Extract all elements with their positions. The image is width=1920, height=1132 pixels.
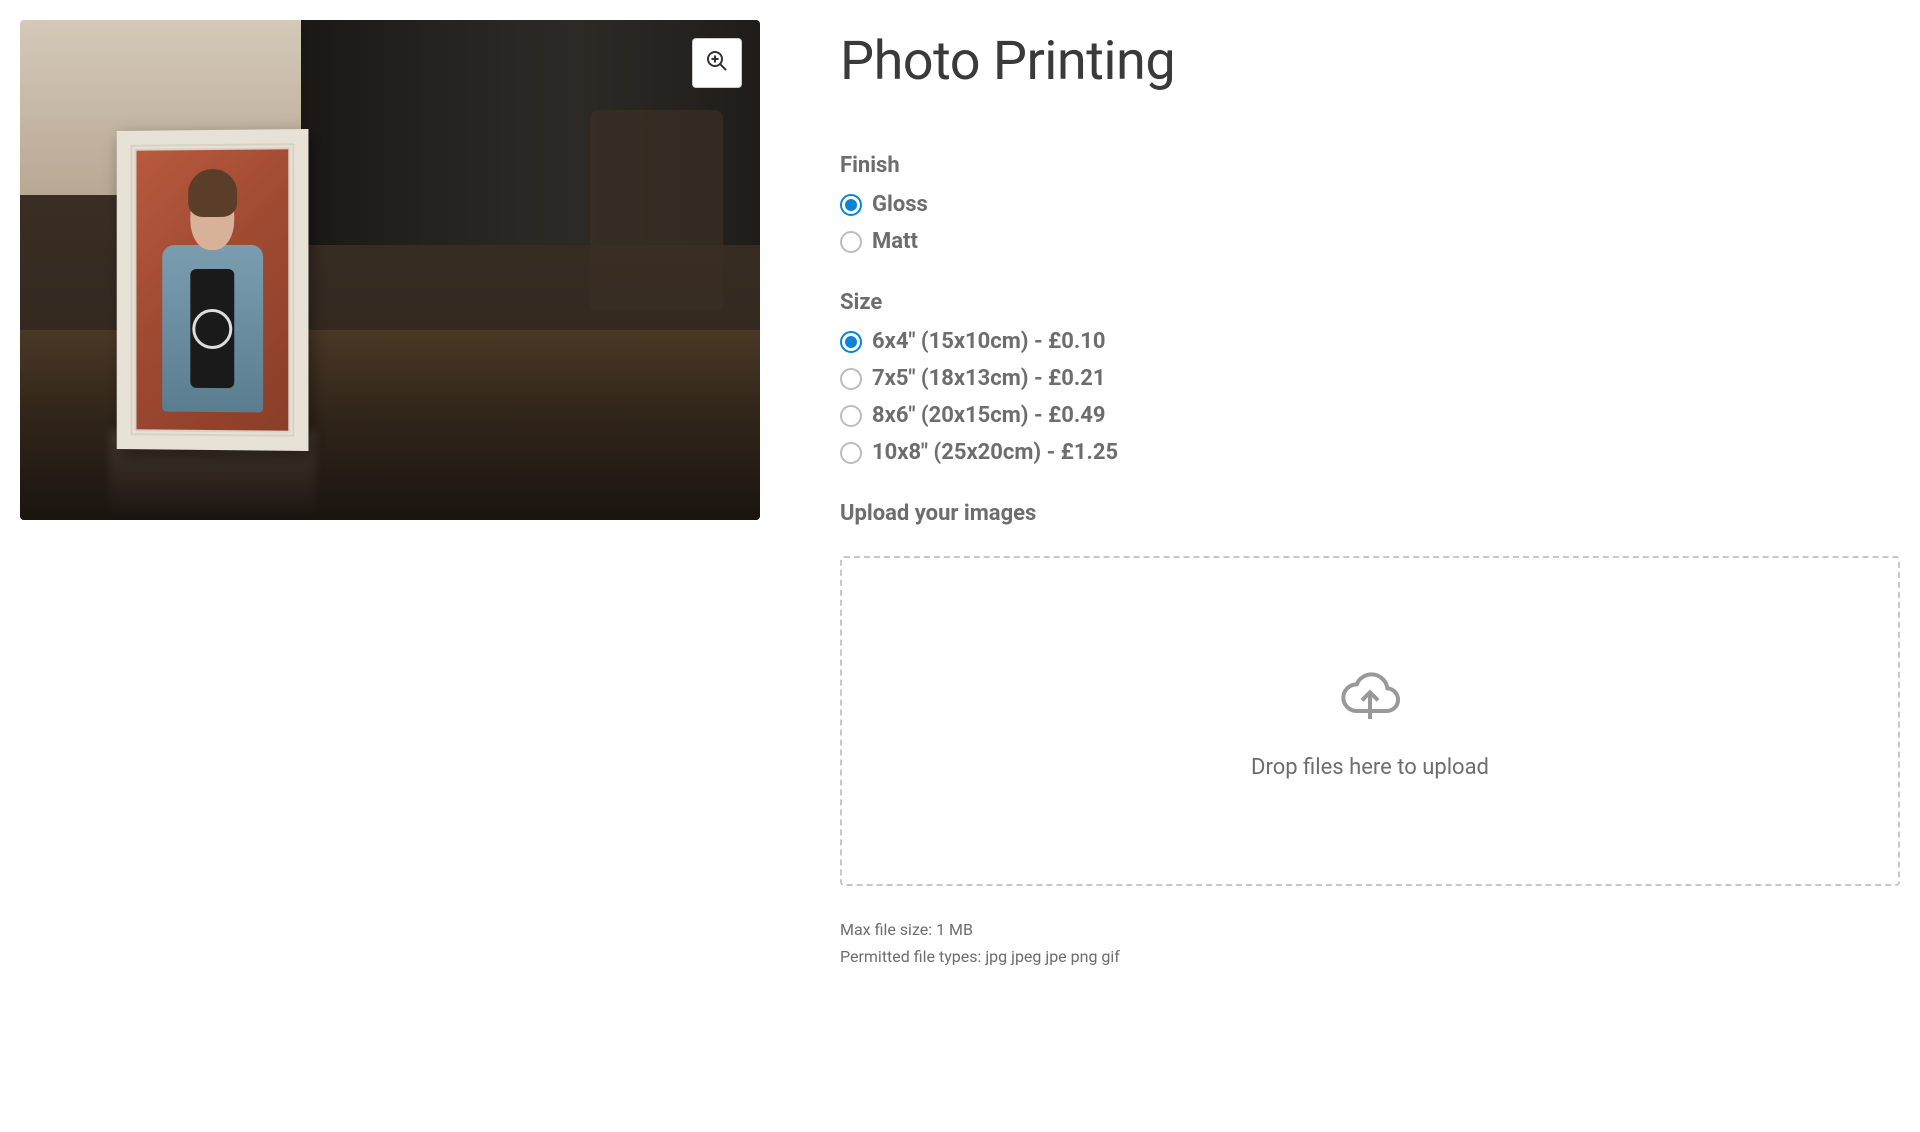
size-option-group: Size 6x4" (15x10cm) - £0.10 7x5" (18x13c… <box>840 290 1900 465</box>
max-file-size: Max file size: 1 MB <box>840 916 1900 943</box>
radio-label: Matt <box>872 229 918 254</box>
radio-label: 7x5" (18x13cm) - £0.21 <box>872 366 1105 391</box>
upload-label: Upload your images <box>840 501 1900 526</box>
finish-option-group: Finish Gloss Matt <box>840 153 1900 254</box>
finish-option-gloss[interactable]: Gloss <box>840 192 1900 217</box>
size-option-7x5[interactable]: 7x5" (18x13cm) - £0.21 <box>840 366 1900 391</box>
radio-icon <box>840 368 862 390</box>
product-image[interactable] <box>20 20 760 520</box>
radio-icon <box>840 405 862 427</box>
radio-icon <box>840 231 862 253</box>
zoom-in-icon <box>705 49 729 77</box>
radio-icon <box>840 442 862 464</box>
upload-dropzone[interactable]: Drop files here to upload <box>840 556 1900 886</box>
radio-label: 10x8" (25x20cm) - £1.25 <box>872 440 1118 465</box>
cloud-upload-icon <box>1338 663 1402 731</box>
radio-label: 8x6" (20x15cm) - £0.49 <box>872 403 1105 428</box>
product-gallery <box>20 20 760 970</box>
zoom-button[interactable] <box>692 38 742 88</box>
size-label: Size <box>840 290 1900 315</box>
product-title: Photo Printing <box>840 30 1900 93</box>
product-page: Photo Printing Finish Gloss Matt Size 6x… <box>20 20 1900 970</box>
file-info: Max file size: 1 MB Permitted file types… <box>840 916 1900 970</box>
finish-label: Finish <box>840 153 1900 178</box>
product-image-wrapper <box>20 20 760 520</box>
finish-option-matt[interactable]: Matt <box>840 229 1900 254</box>
dropzone-text: Drop files here to upload <box>1251 755 1489 780</box>
radio-label: Gloss <box>872 192 928 217</box>
radio-label: 6x4" (15x10cm) - £0.10 <box>872 329 1105 354</box>
size-option-10x8[interactable]: 10x8" (25x20cm) - £1.25 <box>840 440 1900 465</box>
radio-icon <box>840 194 862 216</box>
product-details: Photo Printing Finish Gloss Matt Size 6x… <box>840 20 1900 970</box>
radio-icon <box>840 331 862 353</box>
size-option-6x4[interactable]: 6x4" (15x10cm) - £0.10 <box>840 329 1900 354</box>
size-option-8x6[interactable]: 8x6" (20x15cm) - £0.49 <box>840 403 1900 428</box>
permitted-file-types: Permitted file types: jpg jpeg jpe png g… <box>840 943 1900 970</box>
